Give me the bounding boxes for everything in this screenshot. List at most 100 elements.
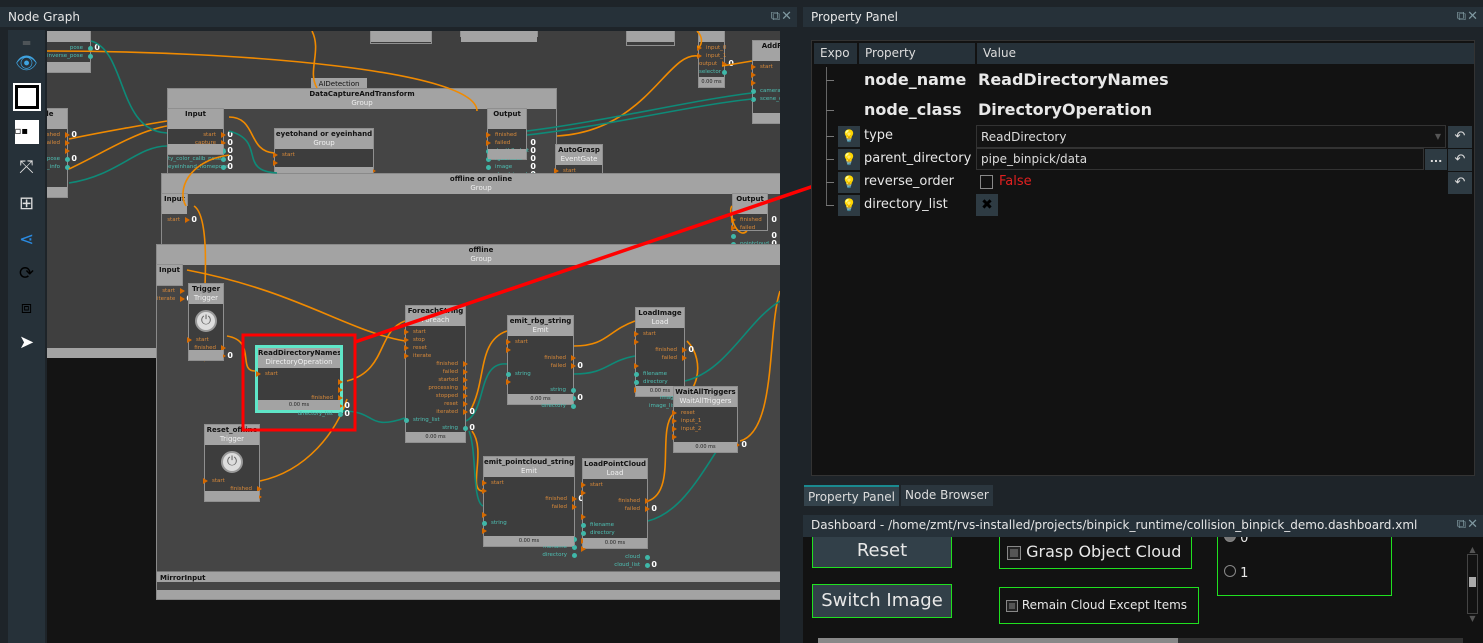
exec-port-icon[interactable] <box>672 426 677 432</box>
expose-bulb-icon[interactable]: 💡 <box>838 126 860 147</box>
port-slot[interactable] <box>258 386 343 394</box>
exec-port-icon[interactable] <box>506 339 511 345</box>
port-failed[interactable]: failed 0 <box>508 362 583 370</box>
node-header[interactable]: Input <box>157 265 182 285</box>
data-port-icon[interactable] <box>506 371 511 377</box>
port-stop[interactable]: stop <box>404 336 465 344</box>
link-nodes-icon[interactable] <box>14 85 39 109</box>
exec-port-icon[interactable] <box>581 490 586 496</box>
exec-port-icon[interactable] <box>672 434 677 440</box>
port-string[interactable]: string <box>482 519 574 527</box>
exec-port-icon[interactable] <box>463 401 468 407</box>
exec-port-icon[interactable] <box>572 504 577 510</box>
node-readdir[interactable]: ReadDirectoryNames DirectoryOperation star… <box>255 345 350 418</box>
node-header[interactable]: Trigger Trigger <box>189 284 223 304</box>
grasp-object-cloud-checkbox[interactable]: Grasp Object Cloud <box>999 537 1192 569</box>
exec-port-icon[interactable] <box>634 363 639 369</box>
port-slot[interactable] <box>581 489 647 497</box>
float-icon[interactable]: ⧉ <box>1457 9 1467 24</box>
exec-port-icon[interactable] <box>482 480 487 486</box>
browse-button[interactable]: ... <box>1425 149 1447 170</box>
remain-cloud-checkbox[interactable]: Remain Cloud Except Items <box>999 587 1199 624</box>
screenshot-icon[interactable]: ⧈ <box>12 294 41 320</box>
port-processing[interactable]: processing <box>406 384 468 392</box>
expose-bulb-icon[interactable]: 💡 <box>838 172 860 193</box>
exec-port-icon[interactable] <box>571 363 576 369</box>
radio-option-1[interactable]: 1 <box>1224 565 1248 581</box>
data-port-icon[interactable] <box>645 554 650 560</box>
port-input_2[interactable]: input_2 <box>672 425 737 433</box>
port-reset[interactable]: reset <box>406 400 468 408</box>
cursor-icon[interactable]: ➤ <box>12 329 41 355</box>
exec-port-icon[interactable] <box>187 337 192 343</box>
port-slot[interactable] <box>506 378 573 386</box>
node-header[interactable]: Reset_offline Trigger <box>205 425 259 445</box>
port-start[interactable]: start <box>256 370 340 378</box>
port-failed[interactable]: failed 0 <box>583 505 657 513</box>
node-header[interactable]: emit_pointcloud_string Emit <box>484 457 574 477</box>
tab-property-panel[interactable]: Property Panel <box>804 485 899 506</box>
exec-port-icon[interactable] <box>634 339 639 345</box>
header-expo[interactable]: Expo <box>814 43 857 64</box>
checkbox[interactable] <box>1007 545 1021 560</box>
node-graph-canvas[interactable]: AIDetection DataCaptureAndTransform Group… <box>47 31 780 643</box>
node-foreach[interactable]: ForeachString Foreach start stop reset iterat… <box>404 305 475 443</box>
port-finished[interactable]: finished 0 <box>636 346 694 354</box>
type-dropdown[interactable]: ReadDirectory ▼ <box>976 125 1446 148</box>
revert-icon[interactable]: ↶ <box>1448 172 1472 194</box>
port-start[interactable]: start <box>506 338 573 346</box>
port-start[interactable]: start <box>187 336 223 344</box>
node-emit-rbg[interactable]: emit_rbg_string Emit start finished failed 0 s… <box>506 315 583 409</box>
reverse-order-checkbox[interactable] <box>980 175 993 189</box>
power-icon[interactable]: ⏻ <box>195 310 217 332</box>
port-string[interactable]: string <box>506 370 573 378</box>
port-start[interactable]: start <box>634 330 684 338</box>
port-start[interactable]: start <box>482 479 574 487</box>
directory-list-disconnected-icon[interactable]: ✖ <box>976 194 998 216</box>
port-start[interactable]: start <box>157 287 185 295</box>
data-port-icon[interactable] <box>645 562 650 568</box>
port-cloud_list[interactable]: cloud_list 0 <box>583 561 657 569</box>
port-string[interactable]: string <box>508 386 576 394</box>
data-port-icon[interactable] <box>338 411 343 417</box>
exec-port-icon[interactable] <box>482 512 487 518</box>
vertical-scrollbar[interactable]: ▲ ▼ <box>1467 545 1478 625</box>
exec-port-icon[interactable] <box>645 506 650 512</box>
exec-port-icon[interactable] <box>581 482 586 488</box>
eye-icon[interactable]: 👁 <box>12 50 41 76</box>
port-finished[interactable]: finished <box>406 360 468 368</box>
expose-bulb-icon[interactable]: 💡 <box>838 149 860 170</box>
data-port-icon[interactable] <box>571 403 576 409</box>
power-icon[interactable]: ⏻ <box>221 451 243 473</box>
port-slot[interactable] <box>581 513 647 521</box>
data-port-icon[interactable] <box>581 522 586 528</box>
port-iterated[interactable]: iterated 0 <box>406 408 475 416</box>
exec-port-icon[interactable] <box>672 410 677 416</box>
port-slot[interactable] <box>482 527 574 535</box>
data-port-icon[interactable] <box>482 520 487 526</box>
expose-bulb-icon[interactable]: 💡 <box>838 195 860 216</box>
exec-port-icon[interactable] <box>404 329 409 335</box>
port-filename[interactable]: filename <box>581 521 647 529</box>
horizontal-scrollbar[interactable] <box>818 638 1463 643</box>
node-header[interactable]: LoadPointCloud Load <box>583 459 647 479</box>
exec-port-icon[interactable] <box>463 369 468 375</box>
exec-port-icon[interactable] <box>463 361 468 367</box>
port-directory[interactable]: directory <box>634 378 684 386</box>
refresh-icon[interactable]: ⟳ <box>12 260 41 286</box>
port-input_1[interactable]: input_1 <box>672 417 737 425</box>
exec-port-icon[interactable] <box>572 496 577 502</box>
exec-port-icon[interactable] <box>506 379 511 385</box>
port-start[interactable]: start <box>581 481 647 489</box>
node-reset-offline[interactable]: Reset_offlineTrigger⏻startfinishedfailed <box>203 424 262 502</box>
exec-port-icon[interactable] <box>463 393 468 399</box>
exec-port-icon[interactable] <box>404 345 409 351</box>
port-slot[interactable] <box>672 433 737 441</box>
exec-port-icon[interactable] <box>180 296 185 302</box>
node-header[interactable]: ReadDirectoryNames DirectoryOperation <box>258 348 340 368</box>
share-icon[interactable]: ⋖ <box>12 226 41 252</box>
exec-port-icon[interactable] <box>482 488 487 494</box>
data-port-icon[interactable] <box>463 425 468 431</box>
close-icon[interactable]: ✕ <box>781 9 793 24</box>
revert-icon[interactable]: ↶ <box>1448 149 1472 171</box>
